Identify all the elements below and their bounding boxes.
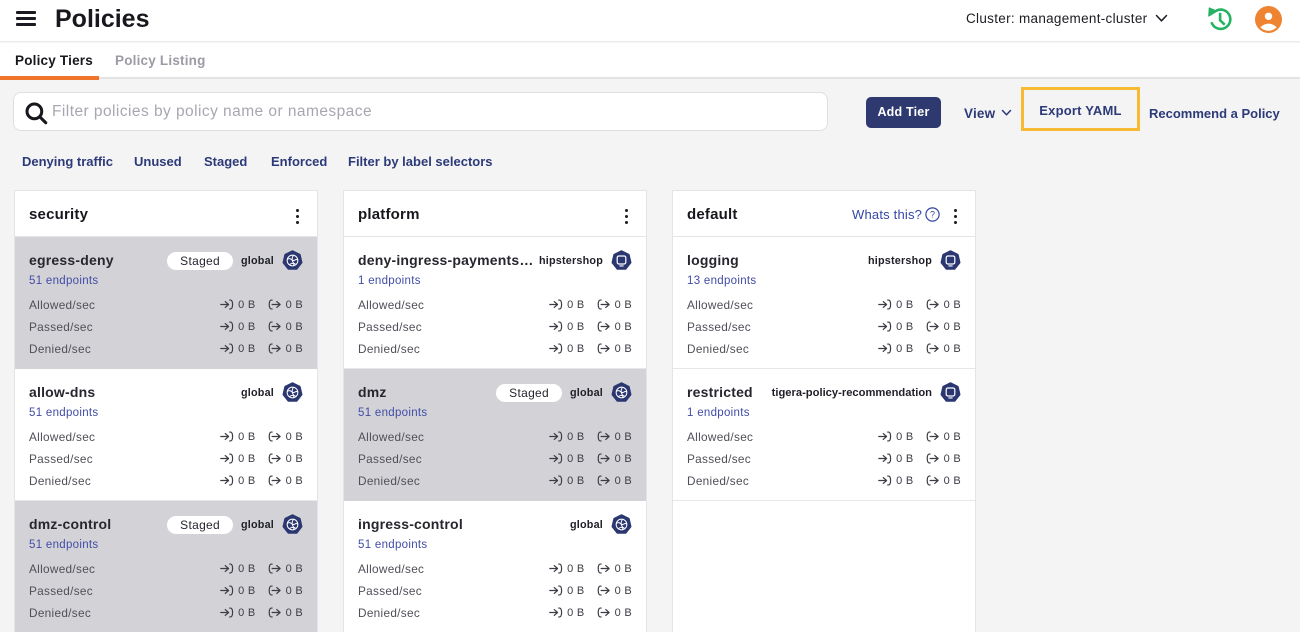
svg-text:?: ? — [930, 210, 935, 220]
